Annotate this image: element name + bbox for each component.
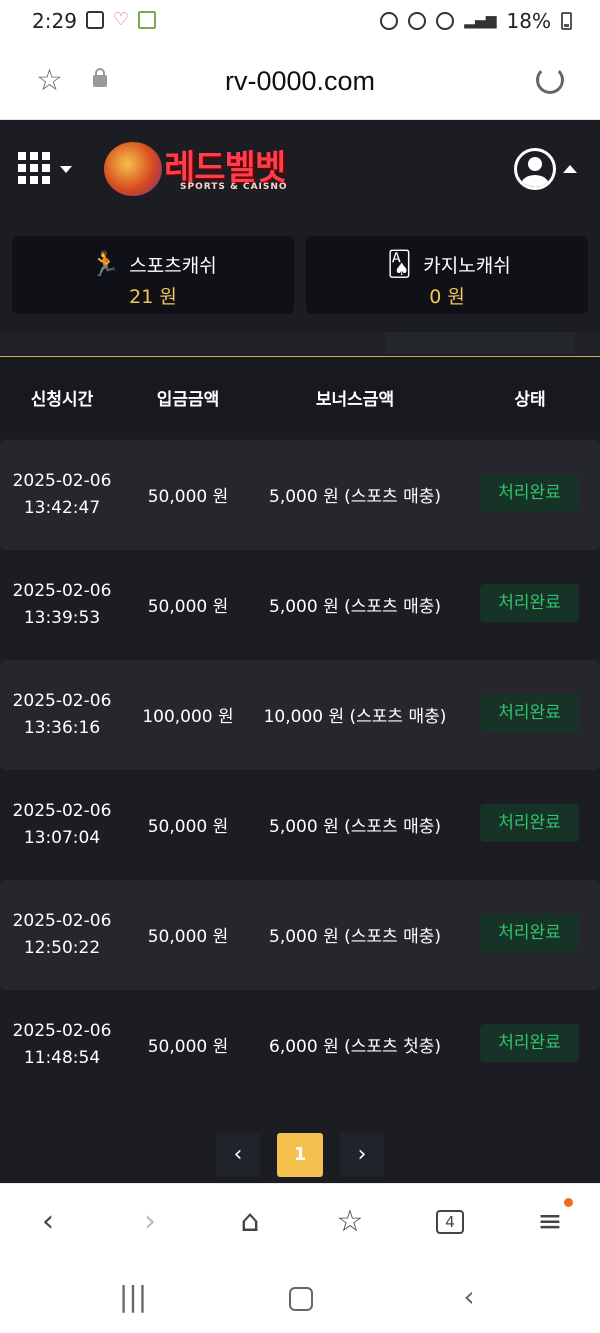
status-time: 2:29 [32, 9, 77, 33]
sports-runner-icon: 🏃 [90, 250, 121, 278]
sports-cash-value: 21 원 [129, 286, 177, 308]
casino-cash-label: 카지노캐쉬 [423, 254, 511, 277]
user-avatar-icon[interactable] [514, 148, 556, 190]
back-icon[interactable]: ‹ [28, 1202, 68, 1242]
gallery-icon [86, 11, 104, 29]
row-date: 2025-02-06 [12, 801, 112, 821]
mute-icon [408, 12, 427, 30]
row-date: 2025-02-06 [12, 471, 112, 491]
casino-cash-value: 0 원 [429, 286, 465, 308]
notification-icons: ♡ [86, 11, 156, 29]
bookmarks-icon[interactable]: ☆ [330, 1202, 370, 1242]
row-bonus: 5,000 원 (스포츠 매충) [269, 487, 441, 507]
row-time: 13:36:16 [23, 718, 101, 738]
tab-count: 4 [436, 1210, 464, 1234]
note-icon [138, 11, 156, 29]
heart-icon: ♡ [112, 9, 130, 30]
next-page-button[interactable]: › [340, 1133, 384, 1177]
row-date: 2025-02-06 [12, 911, 112, 931]
recents-icon[interactable]: ||| [113, 1277, 153, 1317]
row-time: 12:50:22 [23, 938, 101, 958]
row-bonus: 6,000 원 (스포츠 첫충) [269, 1037, 441, 1057]
sports-cash-card[interactable]: 🏃 스포츠캐쉬 21 원 [12, 236, 294, 314]
header-request-time: 신청시간 [30, 390, 94, 410]
browser-toolbar: ‹ › ⌂ ☆ 4 ≡ [0, 1183, 600, 1259]
chevron-up-icon[interactable] [563, 165, 577, 173]
row-time: 13:42:47 [23, 498, 101, 518]
status-badge: 처리완료 [480, 584, 579, 622]
browser-url-bar: ☆ rv-0000.com [0, 44, 600, 120]
header-deposit-amount: 입금금액 [156, 390, 220, 410]
signal-icon: ▂▄▆ [464, 13, 497, 29]
row-amount: 50,000 원 [147, 597, 229, 617]
row-time: 13:39:53 [23, 608, 101, 628]
casino-cash-card[interactable]: 🂡 카지노캐쉬 0 원 [306, 236, 588, 314]
reload-icon[interactable] [536, 66, 564, 94]
playing-cards-icon: 🂡 [387, 250, 412, 278]
notification-dot [564, 1198, 573, 1207]
site-logo[interactable]: 레드벨벳 SPORTS & CAISNO [104, 136, 296, 200]
header-status: 상태 [514, 390, 546, 410]
row-bonus: 5,000 원 (스포츠 매충) [269, 927, 441, 947]
row-amount: 100,000 원 [142, 707, 234, 727]
row-bonus: 10,000 원 (스포츠 매충) [263, 707, 447, 727]
tabs-button[interactable]: 4 [430, 1202, 470, 1242]
app-content: 레드벨벳 SPORTS & CAISNO 🏃 스포츠캐쉬 21 원 🂡 카지노캐… [0, 120, 600, 1183]
row-amount: 50,000 원 [147, 1037, 229, 1057]
system-home-icon[interactable] [281, 1277, 321, 1317]
row-amount: 50,000 원 [147, 487, 229, 507]
battery-percent: 18% [506, 9, 551, 33]
row-date: 2025-02-06 [12, 581, 112, 601]
row-date: 2025-02-06 [12, 691, 112, 711]
menu-icon[interactable]: ≡ [530, 1202, 570, 1242]
status-badge: 처리완료 [480, 914, 579, 952]
logo-subtitle: SPORTS & CAISNO [180, 182, 288, 192]
system-icons: ▂▄▆ 18% [380, 9, 572, 33]
row-time: 11:48:54 [23, 1048, 101, 1068]
table-row: 2025-02-06 13:39:53 50,000 원 5,000 원 (스포츠… [0, 550, 600, 660]
row-bonus: 5,000 원 (스포츠 매충) [269, 817, 441, 837]
table-row: 2025-02-06 13:36:16 100,000 원 10,000 원 (스… [0, 660, 600, 770]
sub-strip [0, 332, 600, 354]
page-1-button[interactable]: 1 [277, 1133, 323, 1177]
forward-icon[interactable]: › [130, 1202, 170, 1242]
status-bar: 2:29 ♡ ▂▄▆ 18% [0, 0, 600, 44]
table-row: 2025-02-06 11:48:54 50,000 원 6,000 원 (스포츠… [0, 990, 600, 1100]
prev-page-button[interactable]: ‹ [216, 1133, 260, 1177]
status-badge: 처리완료 [480, 474, 579, 512]
home-icon[interactable]: ⌂ [230, 1202, 270, 1242]
row-amount: 50,000 원 [147, 817, 229, 837]
sports-cash-label: 스포츠캐쉬 [129, 254, 217, 277]
system-back-icon[interactable]: ‹ [449, 1277, 489, 1317]
deposit-list: 2025-02-06 13:42:47 50,000 원 5,000 원 (스포츠… [0, 440, 600, 1100]
table-header: 신청시간 입금금액 보너스금액 상태 [0, 357, 600, 433]
battery-icon [561, 12, 572, 30]
site-header: 레드벨벳 SPORTS & CAISNO [0, 120, 600, 220]
table-row: 2025-02-06 13:07:04 50,000 원 5,000 원 (스포츠… [0, 770, 600, 880]
header-bonus-amount: 보너스금액 [315, 390, 395, 410]
alarm-icon [380, 12, 399, 30]
wifi-icon [436, 12, 455, 30]
row-time: 13:07:04 [23, 828, 101, 848]
menu-grid-icon[interactable] [18, 152, 50, 184]
system-navigation: ||| ‹ [0, 1259, 600, 1333]
row-date: 2025-02-06 [12, 1021, 112, 1041]
row-bonus: 5,000 원 (스포츠 매충) [269, 597, 441, 617]
status-badge: 처리완료 [480, 804, 579, 842]
table-row: 2025-02-06 12:50:22 50,000 원 5,000 원 (스포츠… [0, 880, 600, 990]
url-text[interactable]: rv-0000.com [0, 66, 600, 97]
chevron-down-icon[interactable] [60, 166, 72, 173]
status-badge: 처리완료 [480, 694, 579, 732]
table-row: 2025-02-06 13:42:47 50,000 원 5,000 원 (스포츠… [0, 440, 600, 550]
logo-image [104, 142, 162, 196]
row-amount: 50,000 원 [147, 927, 229, 947]
pagination: ‹ 1 › [0, 1133, 600, 1177]
status-badge: 처리완료 [480, 1024, 579, 1062]
